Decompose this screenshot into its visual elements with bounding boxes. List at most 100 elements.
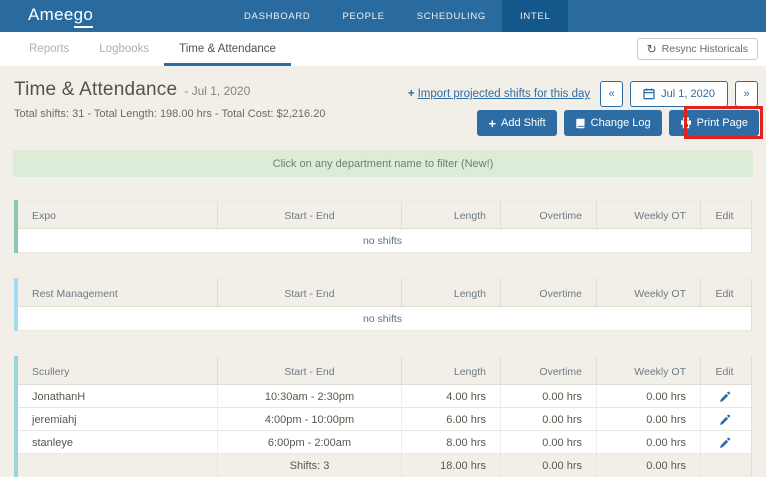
no-shifts-row: no shifts [14, 307, 751, 331]
resync-label: Resync Historicals [661, 43, 748, 55]
rest-management-accent-bar [14, 278, 18, 331]
summary-spacer [14, 454, 218, 477]
scullery-accent-bar [14, 356, 18, 477]
add-shift-button[interactable]: + Add Shift [477, 110, 557, 136]
summary-spacer [701, 454, 748, 477]
resync-historicals-button[interactable]: ↻ Resync Historicals [636, 38, 758, 60]
col-edit: Edit [715, 365, 734, 378]
expo-accent-bar [14, 200, 18, 253]
edit-shift-button[interactable] [701, 437, 748, 449]
col-weekly-ot: Weekly OT [597, 357, 701, 386]
shift-weekly-ot: 0.00 hrs [597, 431, 701, 454]
col-overtime: Overtime [501, 357, 597, 386]
summary-overtime: 0.00 hrs [501, 454, 597, 477]
nav-item-intel[interactable]: INTEL [502, 0, 569, 32]
department-link-scullery[interactable]: Scullery [14, 357, 218, 386]
col-edit: Edit [715, 209, 734, 222]
shift-time: 6:00pm - 2:00am [218, 431, 402, 454]
calendar-icon [643, 88, 655, 100]
ameego-time-attendance-page: { "colors": { "navbar_bg": "#2a6b9f", "n… [0, 0, 766, 477]
ameego-logo[interactable]: Amee go [28, 4, 94, 28]
printer-icon [680, 117, 692, 129]
shift-row: stanleye 6:00pm - 2:00am 8.00 hrs 0.00 h… [14, 431, 751, 454]
employee-name: stanleye [14, 431, 218, 454]
page-title: Time & Attendance - Jul 1, 2020 [14, 79, 250, 101]
nav-item-dashboard[interactable]: DASHBOARD [228, 0, 326, 32]
filter-info-banner: Click on any department name to filter (… [13, 150, 753, 177]
table-header: Rest Management Start - End Length Overt… [14, 278, 751, 308]
shift-length: 4.00 hrs [402, 385, 501, 408]
brand-prefix: Amee [28, 4, 74, 24]
shift-row: JonathanH 10:30am - 2:30pm 4.00 hrs 0.00… [14, 385, 751, 408]
pencil-icon [719, 437, 731, 449]
tab-reports[interactable]: Reports [14, 32, 84, 66]
table-header: Expo Start - End Length Overtime Weekly … [14, 200, 751, 230]
table-header: Scullery Start - End Length Overtime Wee… [14, 356, 751, 386]
shift-time: 10:30am - 2:30pm [218, 385, 402, 408]
summary-length: 18.00 hrs [402, 454, 501, 477]
print-page-button[interactable]: Print Page [668, 110, 759, 136]
add-shift-label: Add Shift [501, 117, 546, 129]
department-link-rest-management[interactable]: Rest Management [14, 279, 218, 308]
shift-overtime: 0.00 hrs [501, 408, 597, 431]
col-length: Length [402, 201, 501, 230]
plus-icon: + [488, 115, 497, 131]
col-weekly-ot: Weekly OT [597, 279, 701, 308]
department-table-scullery: Scullery Start - End Length Overtime Wee… [14, 356, 752, 477]
page-title-text: Time & Attendance [14, 79, 178, 100]
main-nav: DASHBOARD PEOPLE SCHEDULING INTEL [228, 0, 569, 32]
employee-name: jeremiahj [14, 408, 218, 431]
shift-row: jeremiahj 4:00pm - 10:00pm 6.00 hrs 0.00… [14, 408, 751, 431]
employee-name: JonathanH [14, 385, 218, 408]
shift-length: 6.00 hrs [402, 408, 501, 431]
tab-logbooks[interactable]: Logbooks [84, 32, 164, 66]
change-log-button[interactable]: Change Log [563, 110, 662, 136]
selected-date: Jul 1, 2020 [661, 88, 715, 100]
no-shifts-row: no shifts [14, 229, 751, 253]
date-controls-row: + Import projected shifts for this day « … [408, 81, 758, 107]
date-picker-button[interactable]: Jul 1, 2020 [630, 81, 728, 107]
next-day-button[interactable]: » [735, 81, 758, 107]
col-length: Length [402, 279, 501, 308]
col-start-end: Start - End [218, 279, 402, 308]
import-projected-shifts-link[interactable]: + Import projected shifts for this day [408, 88, 590, 100]
summary-shift-count: Shifts: 3 [218, 454, 402, 477]
import-link-label: Import projected shifts for this day [417, 88, 591, 100]
brand-suffix: go [73, 5, 94, 28]
col-overtime: Overtime [501, 201, 597, 230]
department-link-expo[interactable]: Expo [14, 201, 218, 230]
plus-icon: + [407, 88, 415, 100]
col-start-end: Start - End [218, 357, 402, 386]
col-weekly-ot: Weekly OT [597, 201, 701, 230]
summary-weekly-ot: 0.00 hrs [597, 454, 701, 477]
nav-item-people[interactable]: PEOPLE [326, 0, 400, 32]
shift-overtime: 0.00 hrs [501, 385, 597, 408]
summary-row: Shifts: 3 18.00 hrs 0.00 hrs 0.00 hrs [14, 454, 751, 477]
shift-overtime: 0.00 hrs [501, 431, 597, 454]
shift-weekly-ot: 0.00 hrs [597, 408, 701, 431]
edit-shift-button[interactable] [701, 414, 748, 426]
top-navbar: Amee go DASHBOARD PEOPLE SCHEDULING INTE… [0, 0, 766, 32]
shift-length: 8.00 hrs [402, 431, 501, 454]
prev-day-button[interactable]: « [600, 81, 624, 107]
print-page-label: Print Page [696, 117, 748, 129]
refresh-icon: ↻ [646, 42, 657, 56]
tab-time-attendance[interactable]: Time & Attendance [164, 32, 291, 66]
shift-weekly-ot: 0.00 hrs [597, 385, 701, 408]
department-table-rest-management: Rest Management Start - End Length Overt… [14, 278, 752, 331]
change-log-label: Change Log [590, 117, 651, 129]
pencil-icon [719, 391, 731, 403]
pencil-icon [719, 414, 731, 426]
shift-time: 4:00pm - 10:00pm [218, 408, 402, 431]
page-title-date: - Jul 1, 2020 [184, 84, 251, 98]
log-book-icon [575, 118, 586, 129]
action-buttons-row: + Add Shift Change Log Print Page [477, 110, 759, 136]
nav-item-scheduling[interactable]: SCHEDULING [401, 0, 502, 32]
col-overtime: Overtime [501, 279, 597, 308]
col-start-end: Start - End [218, 201, 402, 230]
col-length: Length [402, 357, 501, 386]
totals-summary: Total shifts: 31 - Total Length: 198.00 … [14, 108, 326, 120]
col-edit: Edit [715, 287, 734, 300]
edit-shift-button[interactable] [701, 391, 748, 403]
department-table-expo: Expo Start - End Length Overtime Weekly … [14, 200, 752, 253]
